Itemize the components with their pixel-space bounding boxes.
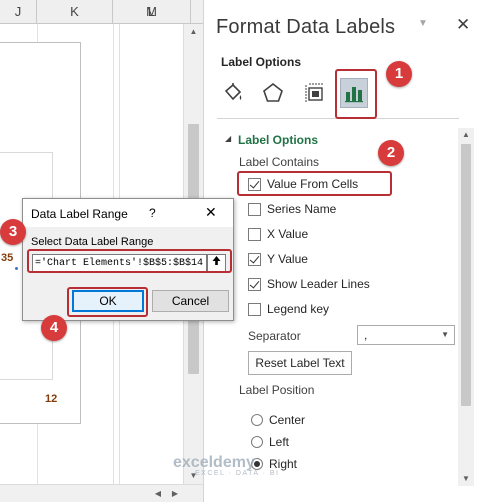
excel-window: J K L M 35 12 ▲ ▼ ◀ ▶ Format Data Labels… (0, 0, 487, 502)
data-label-range-dialog: Data Label Range ? ✕ Select Data Label R… (22, 198, 234, 321)
scroll-right-icon[interactable]: ▶ (167, 485, 183, 502)
collapse-triangle-icon[interactable]: ◢ (225, 134, 231, 143)
pentagon-icon (263, 82, 283, 102)
checkbox-box[interactable] (248, 252, 261, 266)
column-header-m[interactable]: M (120, 0, 183, 24)
checkbox-label: Value From Cells (267, 177, 359, 191)
pane-options-chevron-icon[interactable]: ▼ (418, 18, 428, 29)
checkbox-legend-key[interactable]: Legend key (248, 300, 329, 318)
bar-chart-icon (345, 87, 363, 103)
radio-circle[interactable] (251, 436, 263, 448)
radio-label: Left (269, 435, 290, 449)
size-properties-icon (305, 83, 324, 102)
pane-close-icon[interactable]: ✕ (456, 15, 470, 35)
column-header-j[interactable]: J (0, 0, 37, 24)
pane-divider (217, 118, 459, 119)
chart-data-point[interactable] (15, 267, 18, 270)
chart-data-label[interactable]: 35 (1, 252, 13, 264)
ok-button[interactable]: OK (72, 290, 144, 312)
help-icon[interactable]: ? (149, 206, 156, 220)
step-badge-2: 2 (378, 140, 404, 166)
watermark-logo: exceldemy EXCEL · DATA · BI (173, 454, 280, 477)
separator-value: , (364, 328, 368, 342)
checkbox-value-from-cells[interactable]: Value From Cells (248, 175, 358, 193)
pane-subtitle[interactable]: Label Options (221, 55, 301, 69)
watermark-tagline: EXCEL · DATA · BI (195, 470, 280, 477)
pane-vertical-scrollbar[interactable]: ▲ ▼ (458, 128, 474, 486)
step-badge-4: 4 (41, 315, 67, 341)
scroll-left-icon[interactable]: ◀ (150, 485, 166, 502)
checkbox-box[interactable] (248, 302, 261, 316)
size-properties-tab[interactable] (302, 79, 328, 107)
dialog-titlebar[interactable]: Data Label Range ? ✕ (23, 199, 233, 227)
checkbox-series-name[interactable]: Series Name (248, 200, 336, 218)
separator-dropdown[interactable]: , ▼ (357, 325, 455, 345)
checkbox-label: X Value (267, 227, 309, 241)
section-label-options[interactable]: Label Options (238, 133, 318, 147)
scroll-thumb[interactable] (461, 144, 471, 406)
separator-label: Separator (248, 329, 301, 343)
collapse-dialog-button[interactable] (207, 254, 226, 273)
column-header-bar: J K L M (0, 0, 203, 24)
checkbox-label: Legend key (267, 302, 330, 316)
checkbox-label: Show Leader Lines (267, 277, 370, 291)
arrow-up-icon (212, 256, 221, 265)
cancel-button[interactable]: Cancel (152, 290, 229, 312)
step-badge-3: 3 (0, 219, 26, 245)
scroll-up-icon[interactable]: ▲ (184, 24, 203, 40)
radio-center[interactable]: Center (251, 411, 305, 429)
radio-label: Center (269, 413, 306, 427)
checkbox-box[interactable] (248, 202, 261, 216)
chart-data-label[interactable]: 12 (45, 393, 57, 405)
label-options-tab[interactable] (340, 78, 368, 108)
dialog-title: Data Label Range (31, 207, 128, 221)
range-input[interactable]: ='Chart Elements'!$B$5:$B$14 (32, 254, 207, 273)
close-icon[interactable]: ✕ (205, 204, 217, 221)
checkbox-label: Series Name (267, 202, 337, 216)
radio-circle[interactable] (251, 414, 263, 426)
scroll-up-icon[interactable]: ▲ (458, 128, 474, 142)
checkbox-box[interactable] (248, 177, 261, 191)
chevron-down-icon[interactable]: ▼ (441, 326, 449, 344)
reset-label-text-button[interactable]: Reset Label Text (248, 351, 352, 375)
paint-bucket-icon (224, 83, 242, 101)
label-contains-heading: Label Contains (239, 155, 320, 169)
column-header-k[interactable]: K (37, 0, 113, 24)
range-field-label: Select Data Label Range (31, 236, 154, 248)
checkbox-show-leader-lines[interactable]: Show Leader Lines (248, 275, 370, 293)
checkbox-label: Y Value (267, 252, 308, 266)
pane-title: Format Data Labels (216, 16, 396, 38)
scroll-down-icon[interactable]: ▼ (458, 472, 474, 486)
fill-line-tab[interactable] (220, 79, 246, 107)
sheet-horizontal-scrollbar[interactable]: ◀ ▶ (0, 484, 203, 502)
format-data-labels-pane: Format Data Labels ▼ ✕ Label Options ◢ L… (203, 0, 487, 502)
checkbox-box[interactable] (248, 227, 261, 241)
checkbox-x-value[interactable]: X Value (248, 225, 308, 243)
checkbox-box[interactable] (248, 277, 261, 291)
effects-tab[interactable] (260, 79, 286, 107)
radio-left[interactable]: Left (251, 433, 289, 451)
label-position-heading: Label Position (239, 383, 315, 397)
step-badge-1: 1 (386, 61, 412, 87)
checkbox-y-value[interactable]: Y Value (248, 250, 308, 268)
